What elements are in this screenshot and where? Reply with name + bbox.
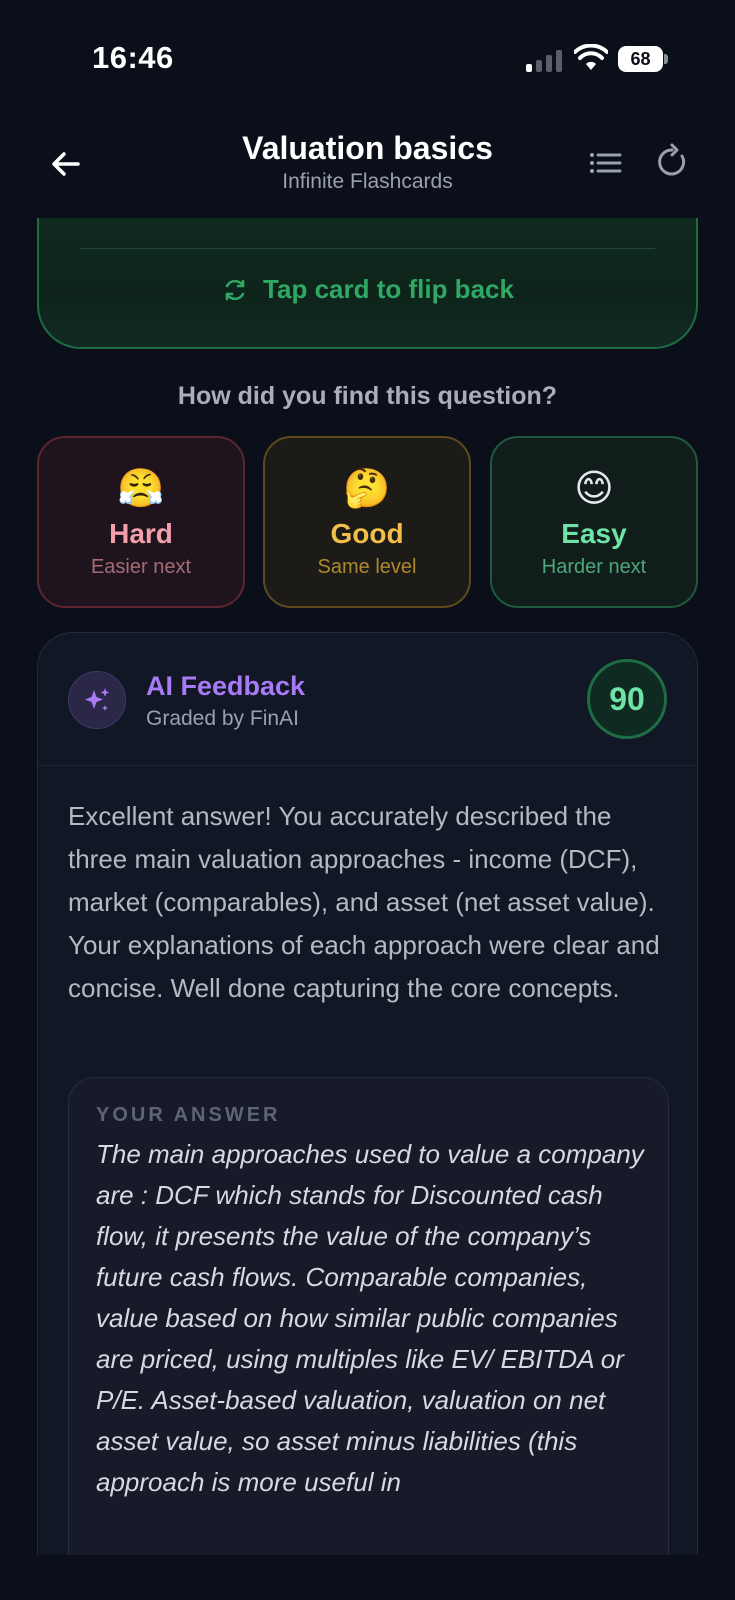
flip-back-button[interactable]: Tap card to flip back: [39, 274, 696, 305]
card-divider: [80, 248, 655, 249]
battery-level: 68: [618, 46, 663, 72]
wifi-icon: [574, 44, 608, 70]
cellular-signal-icon: [526, 50, 564, 72]
status-time: 16:46: [92, 40, 174, 75]
smiling-face-icon: 😊: [574, 466, 614, 510]
ai-feedback-card: AI Feedback Graded by FinAI 90 Excellent…: [37, 632, 698, 1600]
easy-button[interactable]: 😊 Easy Harder next: [490, 436, 698, 608]
answer-text: The main approaches used to value a comp…: [96, 1139, 644, 1497]
flashcard[interactable]: Tap card to flip back: [37, 218, 698, 349]
frustrated-face-icon: 😤: [117, 466, 165, 510]
feedback-title: AI Feedback: [146, 671, 306, 701]
header: Valuation basics Infinite Flashcards: [0, 118, 735, 218]
thinking-face-icon: 🤔: [343, 466, 391, 510]
good-label: Good: [330, 518, 404, 549]
hard-label: Hard: [109, 518, 173, 549]
hard-button[interactable]: 😤 Hard Easier next: [37, 436, 245, 608]
bottom-safe-area: [0, 1555, 735, 1600]
flip-icon: [225, 279, 245, 300]
answer-label: YOUR ANSWER: [96, 1104, 281, 1126]
feedback-header: AI Feedback Graded by FinAI 90: [38, 633, 697, 766]
feedback-subtitle: Graded by FinAI: [146, 707, 299, 730]
good-sublabel: Same level: [317, 556, 417, 578]
your-answer-box: YOUR ANSWER The main approaches used to …: [68, 1077, 669, 1600]
easy-label: Easy: [561, 518, 627, 549]
score-badge: 90: [587, 659, 667, 739]
difficulty-question: How did you find this question?: [177, 382, 558, 410]
battery-icon: 68: [618, 46, 668, 72]
feedback-text: Excellent answer! You accurately describ…: [68, 801, 660, 1003]
easy-sublabel: Harder next: [541, 556, 647, 578]
good-button[interactable]: 🤔 Good Same level: [263, 436, 471, 608]
page-subtitle: Infinite Flashcards: [282, 170, 453, 193]
status-bar: 16:46 68: [0, 0, 735, 110]
list-icon[interactable]: [588, 146, 624, 180]
flip-back-label: Tap card to flip back: [263, 274, 514, 304]
sparkles-icon: [68, 671, 126, 729]
page-title: Valuation basics: [242, 130, 493, 166]
refresh-icon[interactable]: [652, 142, 692, 182]
hard-sublabel: Easier next: [90, 556, 192, 578]
